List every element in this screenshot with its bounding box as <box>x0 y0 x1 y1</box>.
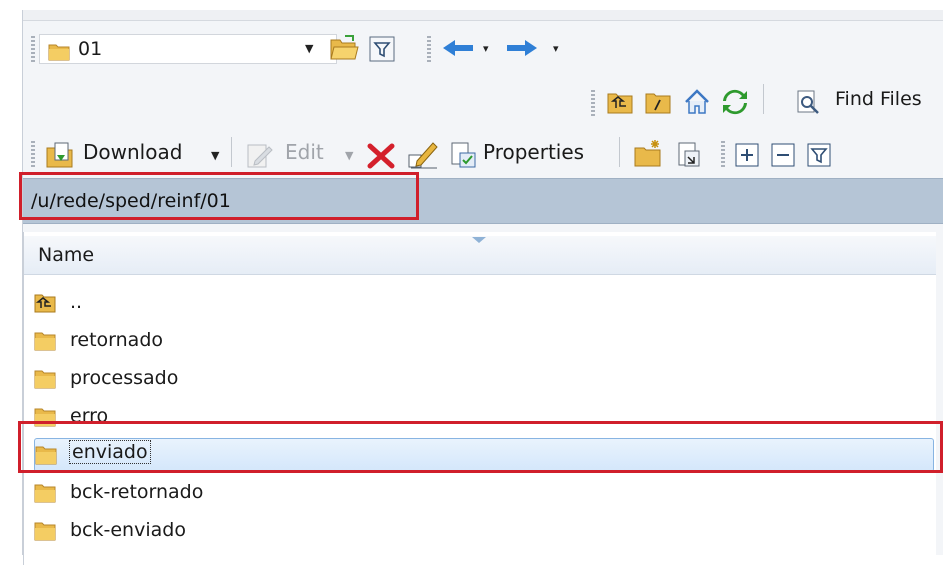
name-column-label: Name <box>38 244 95 266</box>
list-item-label: bck-retornado <box>70 481 204 503</box>
filter-icon[interactable] <box>369 36 395 62</box>
open-folder-icon[interactable] <box>329 34 359 62</box>
forward-arrow-icon[interactable] <box>505 38 539 58</box>
back-dropdown-icon[interactable]: ▾ <box>483 42 489 55</box>
navigation-toolbar: Find Files <box>23 82 943 122</box>
home-icon[interactable] <box>683 88 711 116</box>
path-highlight-box <box>19 172 419 220</box>
filter-icon[interactable] <box>807 143 831 167</box>
remote-file-panel: 01 ▼ ▾ ▾ Find Files Download ▼ Edit ▼ Pr… <box>22 10 943 565</box>
list-item-label: .. <box>70 291 83 313</box>
parent-folder-icon[interactable] <box>607 90 633 114</box>
directory-combo-value: 01 <box>78 38 103 60</box>
list-item-retornado[interactable]: retornado <box>34 326 934 356</box>
list-item-processado[interactable]: processado <box>34 364 934 394</box>
list-item-bck-retornado[interactable]: bck-retornado <box>34 478 934 508</box>
folder-icon <box>34 332 56 351</box>
name-column-header[interactable]: Name <box>24 236 936 275</box>
folder-icon <box>34 370 56 389</box>
collapse-icon[interactable] <box>771 143 795 167</box>
toolbar-grip-2[interactable] <box>427 36 431 62</box>
toolbar-separator <box>619 137 620 167</box>
root-folder-icon[interactable] <box>645 90 671 114</box>
new-folder-icon[interactable] <box>633 139 663 169</box>
action-toolbar: Download ▼ Edit ▼ Properties <box>23 135 943 175</box>
refresh-icon[interactable] <box>721 88 749 116</box>
folder-icon <box>34 522 56 541</box>
sort-indicator-icon <box>472 237 486 243</box>
list-item-parent[interactable]: .. <box>34 288 934 318</box>
download-dropdown-icon[interactable]: ▼ <box>211 149 219 162</box>
list-item-label: retornado <box>70 329 164 351</box>
new-file-icon[interactable] <box>675 141 703 169</box>
toolbar-grip-5[interactable] <box>721 141 725 167</box>
find-files-label[interactable]: Find Files <box>835 88 922 110</box>
find-files-icon[interactable] <box>795 90 821 116</box>
properties-label[interactable]: Properties <box>483 140 584 164</box>
directory-combo[interactable]: 01 <box>39 34 337 64</box>
properties-icon[interactable] <box>449 141 477 169</box>
folder-icon <box>48 44 70 61</box>
list-item-bck-enviado[interactable]: bck-enviado <box>34 516 934 546</box>
edit-label[interactable]: Edit <box>285 140 324 164</box>
expand-icon[interactable] <box>735 143 759 167</box>
toolbar-separator <box>231 137 232 167</box>
delete-icon[interactable] <box>367 143 395 169</box>
toolbar-separator <box>763 84 764 114</box>
toolbar-grip-3[interactable] <box>591 90 595 116</box>
rename-icon[interactable] <box>407 139 439 169</box>
edit-icon[interactable] <box>245 141 275 169</box>
combo-dropdown-icon[interactable]: ▼ <box>305 42 313 55</box>
toolbar-grip[interactable] <box>31 36 35 62</box>
download-icon[interactable] <box>45 141 75 169</box>
forward-dropdown-icon[interactable]: ▾ <box>553 42 559 55</box>
list-item-label: bck-enviado <box>70 519 186 541</box>
edit-dropdown-icon[interactable]: ▼ <box>345 149 353 162</box>
toolbar-grip-4[interactable] <box>31 141 35 167</box>
list-item-label: processado <box>70 367 179 389</box>
enviado-highlight-box <box>18 421 943 473</box>
directory-toolbar: 01 ▼ ▾ ▾ <box>23 28 943 68</box>
parent-folder-icon <box>34 294 56 313</box>
download-label[interactable]: Download <box>83 140 182 164</box>
folder-icon <box>34 484 56 503</box>
file-list: Name .. retornado processado erro enviad… <box>23 232 936 565</box>
panel-top-border <box>23 10 943 21</box>
back-arrow-icon[interactable] <box>441 38 475 58</box>
